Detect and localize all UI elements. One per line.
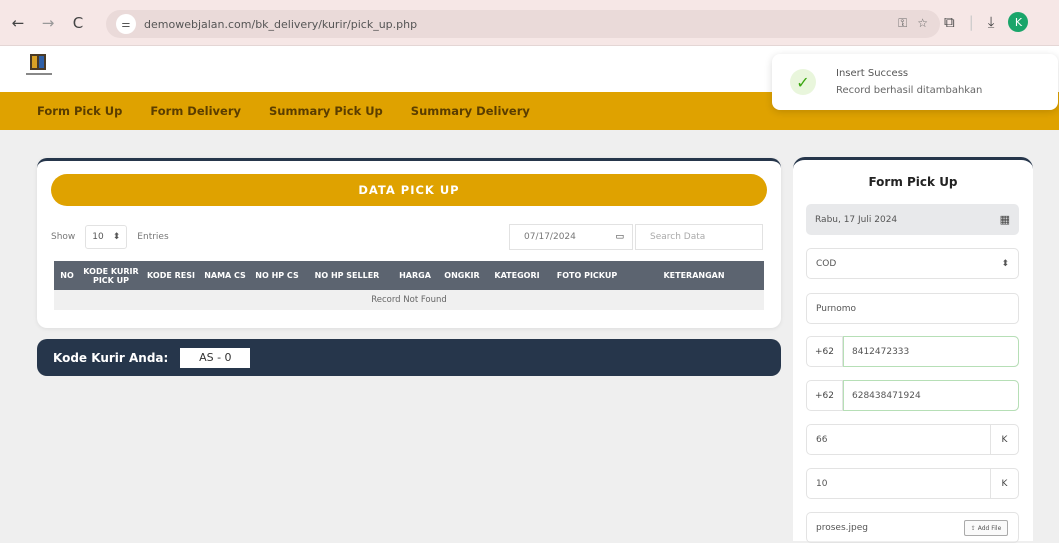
hp-seller-input[interactable]: 628438471924 xyxy=(843,380,1019,411)
password-key-icon[interactable]: ⚿ xyxy=(898,16,907,31)
kode-kurir-label: Kode Kurir Anda: xyxy=(53,350,169,365)
extensions-icon[interactable]: ⧉ xyxy=(944,13,955,31)
form-title: Form Pick Up xyxy=(868,175,958,189)
column-header[interactable]: FOTO PICKUP xyxy=(550,261,624,290)
column-header[interactable]: NO HP SELLER xyxy=(304,261,390,290)
table-row: Record Not Found xyxy=(54,290,764,310)
check-icon: ✓ xyxy=(790,69,816,95)
hp-cs-input[interactable]: 8412472333 xyxy=(843,336,1019,367)
date-filter-input[interactable]: 07/17/2024 ▭ xyxy=(509,224,633,250)
column-header[interactable]: NO HP CS xyxy=(250,261,304,290)
column-header[interactable]: NAMA CS xyxy=(200,261,250,290)
menu-summary-delivery[interactable]: Summary Delivery xyxy=(411,104,530,118)
hp-seller-field: +62 628438471924 xyxy=(806,380,1019,411)
table-controls: Show 10 ⬍ Entries 07/17/2024 ▭ Search Da… xyxy=(51,224,767,250)
kategori-value: COD xyxy=(816,258,837,269)
column-header[interactable]: KATEGORI xyxy=(484,261,550,290)
unit-suffix: K xyxy=(990,469,1018,498)
file-input[interactable]: proses.jpeg ⇪ Add File xyxy=(806,512,1019,543)
column-header[interactable]: KODE KURIR PICK UP xyxy=(80,261,142,290)
reload-icon[interactable]: C xyxy=(66,11,90,35)
entries-value: 10 xyxy=(92,232,104,242)
nama-cs-input[interactable]: Purnomo xyxy=(806,293,1019,324)
ongkir-input[interactable]: 10 K xyxy=(806,468,1019,499)
date-filter-value: 07/17/2024 xyxy=(524,232,576,242)
select-arrows-icon: ⬍ xyxy=(1001,258,1009,269)
calendar-icon[interactable]: ▦ xyxy=(1000,213,1010,226)
kategori-select[interactable]: COD ⬍ xyxy=(806,248,1019,279)
menu-form-pick-up[interactable]: Form Pick Up xyxy=(37,104,122,118)
date-field-value: Rabu, 17 Juli 2024 xyxy=(815,214,898,225)
date-field[interactable]: Rabu, 17 Juli 2024 ▦ xyxy=(806,204,1019,235)
harga-value: 66 xyxy=(816,434,828,445)
pick-up-table: NO KODE KURIR PICK UP KODE RESI NAMA CS … xyxy=(54,261,764,310)
calendar-icon[interactable]: ▭ xyxy=(615,232,624,242)
bk-logo-icon[interactable] xyxy=(22,52,58,80)
nama-cs-value: Purnomo xyxy=(816,303,856,314)
data-pick-up-card: DATA PICK UP Show 10 ⬍ Entries 07/17/202… xyxy=(37,158,781,328)
upload-icon: ⇪ xyxy=(970,524,976,532)
search-input[interactable]: Search Data xyxy=(635,224,763,250)
hp-cs-value: 8412472333 xyxy=(852,346,910,357)
success-toast: ✓ Insert Success Record berhasil ditamba… xyxy=(772,54,1058,110)
add-file-button[interactable]: ⇪ Add File xyxy=(964,520,1008,536)
select-arrows-icon: ⬍ xyxy=(112,232,121,242)
address-bar[interactable]: ⚌ demowebjalan.com/bk_delivery/kurir/pic… xyxy=(106,10,940,38)
hp-seller-value: 628438471924 xyxy=(852,390,921,401)
phone-prefix: +62 xyxy=(807,337,843,366)
toolbar-divider: | xyxy=(968,13,974,31)
column-header[interactable]: ONGKIR xyxy=(440,261,484,290)
ongkir-value: 10 xyxy=(816,478,828,489)
phone-prefix: +62 xyxy=(807,381,843,410)
url-text: demowebjalan.com/bk_delivery/kurir/pick_… xyxy=(144,17,418,31)
kode-kurir-bar: Kode Kurir Anda: AS - 0 xyxy=(37,339,781,376)
table-header-row: NO KODE KURIR PICK UP KODE RESI NAMA CS … xyxy=(54,261,764,290)
column-header[interactable]: HARGA xyxy=(390,261,440,290)
kode-kurir-value: AS - 0 xyxy=(180,347,251,368)
form-pick-up-panel: Form Pick Up Rabu, 17 Juli 2024 ▦ COD ⬍ … xyxy=(793,157,1033,543)
site-info-icon[interactable]: ⚌ xyxy=(116,14,136,34)
browser-toolbar: ← → C ⚌ demowebjalan.com/bk_delivery/kur… xyxy=(0,0,1059,46)
column-header[interactable]: KODE RESI xyxy=(142,261,200,290)
empty-table-message: Record Not Found xyxy=(54,290,764,310)
back-icon[interactable]: ← xyxy=(6,11,30,35)
unit-suffix: K xyxy=(990,425,1018,454)
toast-message: Record berhasil ditambahkan xyxy=(836,85,983,96)
file-name: proses.jpeg xyxy=(816,522,868,533)
column-header[interactable]: KETERANGAN xyxy=(624,261,764,290)
hp-cs-field: +62 8412472333 xyxy=(806,336,1019,367)
column-header[interactable]: NO xyxy=(54,261,80,290)
forward-icon[interactable]: → xyxy=(36,11,60,35)
show-label: Show xyxy=(51,232,76,242)
harga-input[interactable]: 66 K xyxy=(806,424,1019,455)
add-file-label: Add File xyxy=(977,524,1002,532)
download-icon[interactable]: ⤓ xyxy=(988,13,995,31)
menu-summary-pick-up[interactable]: Summary Pick Up xyxy=(269,104,383,118)
entries-select[interactable]: 10 ⬍ xyxy=(85,225,128,249)
bookmark-star-icon[interactable]: ☆ xyxy=(917,16,928,31)
menu-form-delivery[interactable]: Form Delivery xyxy=(150,104,241,118)
page-content: Form Pick Up Form Delivery Summary Pick … xyxy=(0,46,1059,543)
card-title: DATA PICK UP xyxy=(51,174,767,206)
profile-avatar[interactable]: K xyxy=(1008,12,1029,32)
toast-title: Insert Success xyxy=(836,68,909,79)
entries-label: Entries xyxy=(137,232,169,242)
